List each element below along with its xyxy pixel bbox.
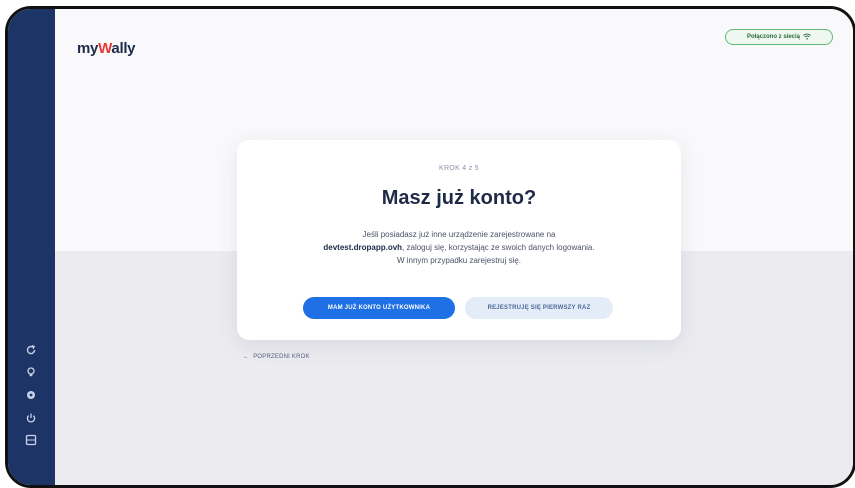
register-first-time-button[interactable]: REJESTRUJĘ SIĘ PIERWSZY RAZ <box>465 297 613 319</box>
step-indicator: KROK 4 z 5 <box>439 165 479 172</box>
card-description: Jeśli posiadasz już inne urządzenie zare… <box>251 228 667 267</box>
settings-icon[interactable] <box>25 389 37 401</box>
network-status-label: Połączono z siecią <box>746 34 801 40</box>
have-account-button[interactable]: MAM JUŻ KONTO UŻYTKOWNIKA <box>303 297 455 319</box>
previous-step-link[interactable]: ← POPRZEDNI KROK <box>243 354 310 360</box>
refresh-icon[interactable] <box>25 344 37 356</box>
logo-text-prefix: my <box>77 40 99 57</box>
arrow-left-icon: ← <box>243 354 250 360</box>
app-logo: myWally <box>77 40 136 57</box>
desc-line-2: , zaloguj się, korzystając ze swoich dan… <box>402 243 595 252</box>
grid-icon[interactable] <box>25 434 37 446</box>
logo-text-suffix: ally <box>111 40 136 57</box>
wifi-icon <box>803 33 811 42</box>
bulb-icon[interactable] <box>25 366 37 378</box>
desc-line-3: W innym przypadku zarejestruj się. <box>396 256 522 265</box>
previous-step-label: POPRZEDNI KROK <box>253 354 310 360</box>
card-title: Masz już konto? <box>381 187 537 209</box>
network-status-badge[interactable]: Połączono z siecią <box>725 29 833 45</box>
logo-text-w: W <box>98 40 112 57</box>
desc-domain: devtest.dropapp.ovh <box>323 243 403 252</box>
login-question-card: KROK 4 z 5 Masz już konto? Jeśli posiada… <box>237 140 681 340</box>
power-icon[interactable] <box>25 412 37 424</box>
desc-line-1: Jeśli posiadasz już inne urządzenie zare… <box>362 230 556 239</box>
sidebar <box>8 9 55 485</box>
device-screen: myWally Połączono z siecią KROK 4 z 5 Ma… <box>5 6 855 488</box>
screen-frame: myWally Połączono z siecią KROK 4 z 5 Ma… <box>0 0 855 488</box>
